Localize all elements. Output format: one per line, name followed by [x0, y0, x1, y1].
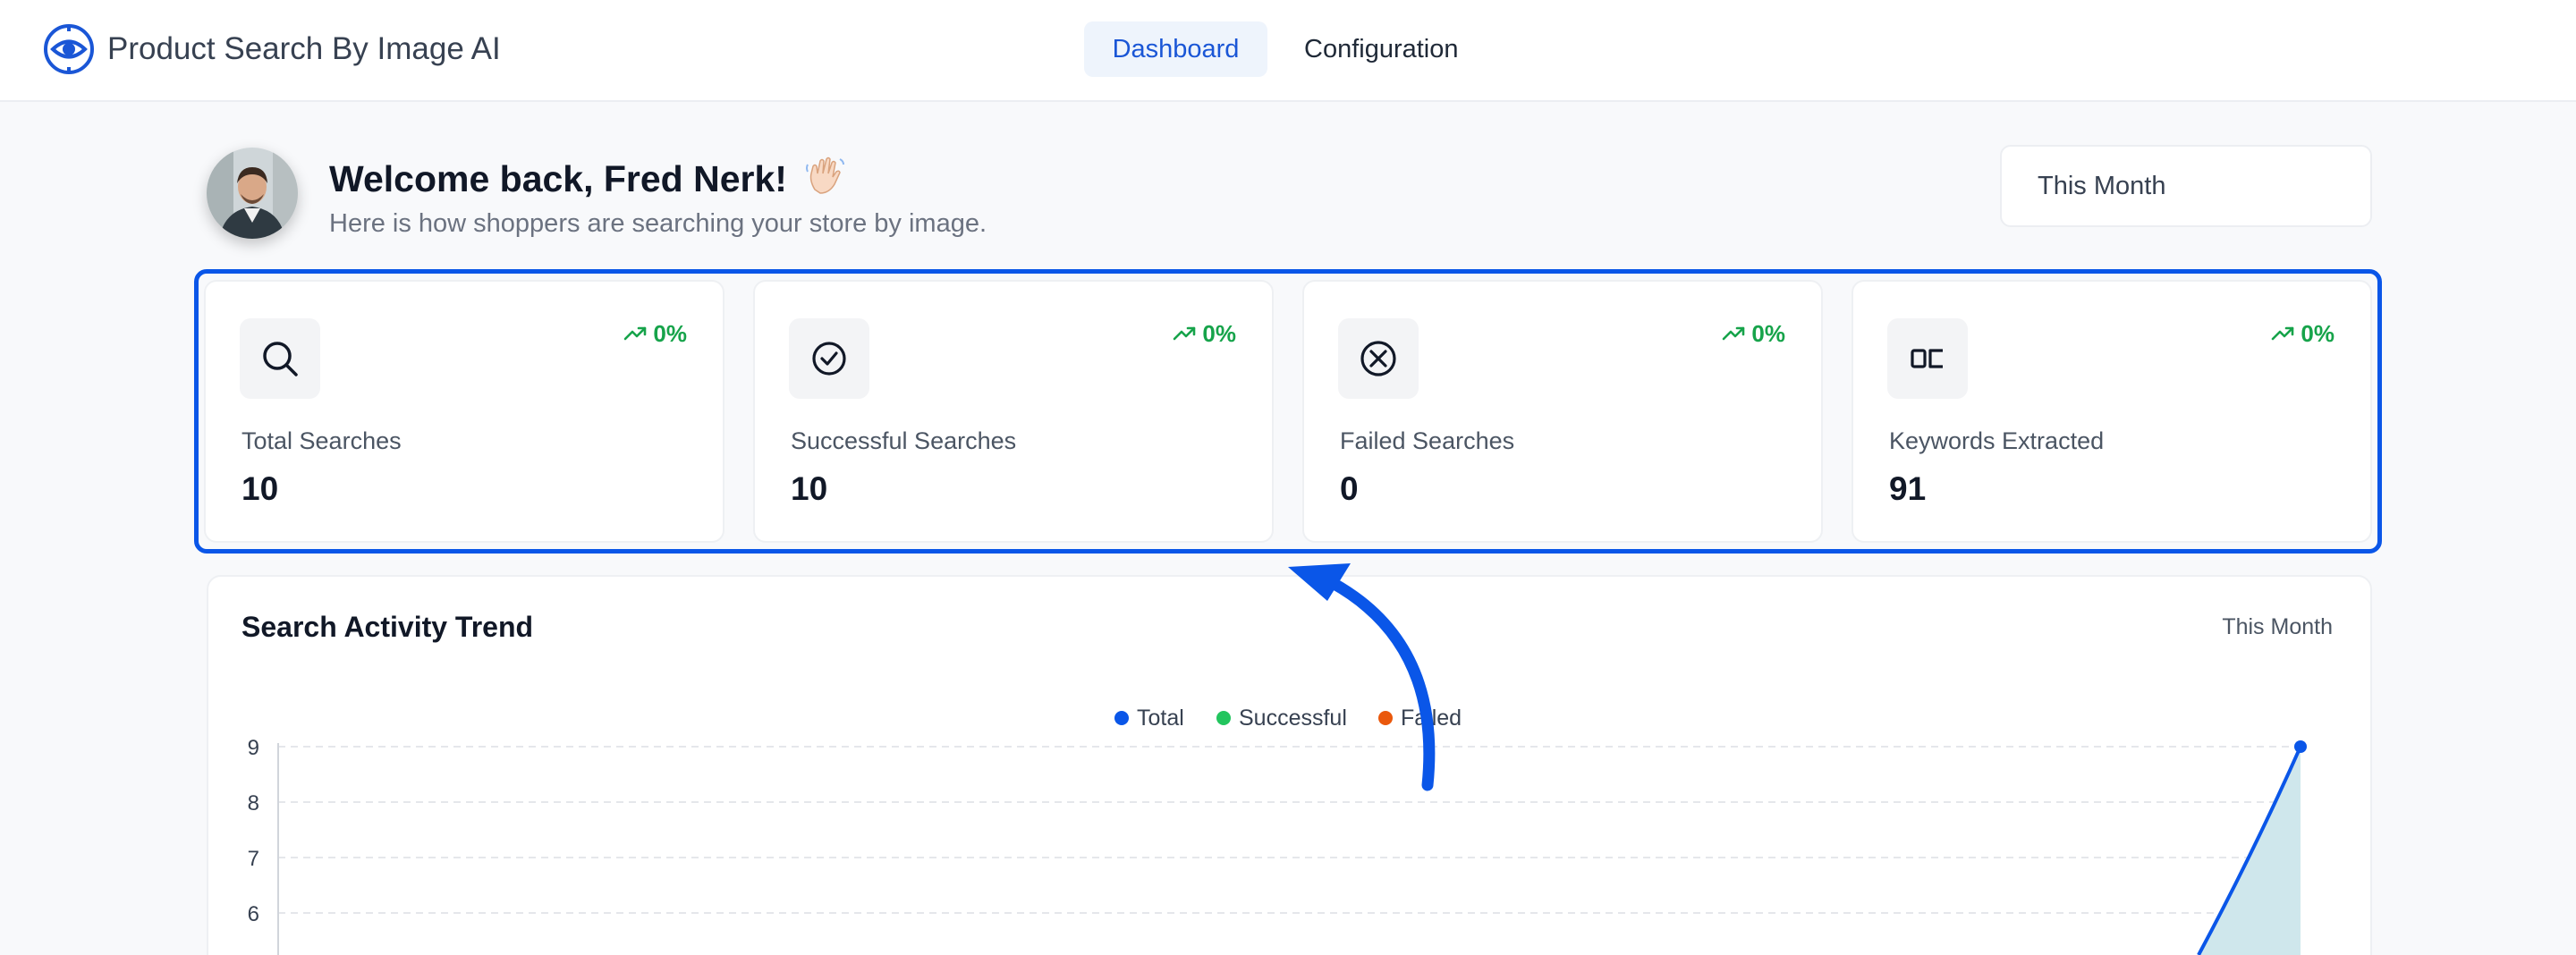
stat-label: Total Searches — [242, 427, 402, 454]
trending-up-icon — [2272, 326, 2294, 341]
ocr-icon — [1887, 318, 1968, 399]
period-select[interactable]: This Month — [2000, 145, 2372, 227]
stat-trend-value: 0% — [1751, 320, 1785, 347]
top-navigation-bar: Product Search By Image AI Dashboard Con… — [0, 0, 2576, 102]
stat-label: Keywords Extracted — [1889, 427, 2105, 454]
stat-trend: 0% — [623, 319, 687, 348]
trending-up-icon — [1174, 326, 1196, 341]
stat-value: 10 — [791, 470, 828, 507]
stat-label: Failed Searches — [1340, 427, 1515, 454]
welcome-heading: Welcome back, Fred Nerk! — [329, 154, 847, 204]
stat-value: 10 — [242, 470, 279, 507]
app-title: Product Search By Image AI — [107, 31, 501, 66]
stat-label: Successful Searches — [791, 427, 1017, 454]
stat-card-successful-searches: 0% Successful Searches 10 — [753, 280, 1274, 543]
stat-value: 0 — [1340, 470, 1359, 507]
stat-card-failed-searches: 0% Failed Searches 0 — [1302, 280, 1823, 543]
welcome-heading-text: Welcome back, Fred Nerk! — [329, 158, 787, 199]
stat-card-keywords-extracted: 0% Keywords Extracted 91 — [1852, 280, 2372, 543]
check-circle-icon — [789, 318, 869, 399]
stat-value: 91 — [1889, 470, 1927, 507]
trending-up-icon — [624, 326, 647, 341]
stat-trend: 0% — [1721, 319, 1785, 348]
trend-period-label: This Month — [2222, 614, 2333, 639]
search-icon — [240, 318, 320, 399]
brand[interactable]: Product Search By Image AI — [43, 23, 501, 75]
stat-trend-value: 0% — [653, 320, 687, 347]
stat-trend: 0% — [2270, 319, 2334, 348]
user-photo-icon — [207, 148, 298, 239]
stat-trend-value: 0% — [1202, 320, 1236, 347]
welcome-subtitle: Here is how shoppers are searching your … — [329, 209, 987, 238]
trend-title: Search Activity Trend — [242, 611, 534, 643]
stat-trend-value: 0% — [2301, 320, 2334, 347]
tab-dashboard[interactable]: Dashboard — [1084, 21, 1267, 77]
stat-card-total-searches: 0% Total Searches 10 — [204, 280, 724, 543]
stat-trend: 0% — [1172, 319, 1236, 348]
user-avatar[interactable] — [207, 148, 298, 239]
trending-up-icon — [1723, 326, 1745, 341]
waving-hand-icon — [806, 156, 845, 194]
x-circle-icon — [1338, 318, 1419, 399]
eye-search-icon — [44, 24, 94, 74]
tab-configuration[interactable]: Configuration — [1275, 21, 1487, 77]
